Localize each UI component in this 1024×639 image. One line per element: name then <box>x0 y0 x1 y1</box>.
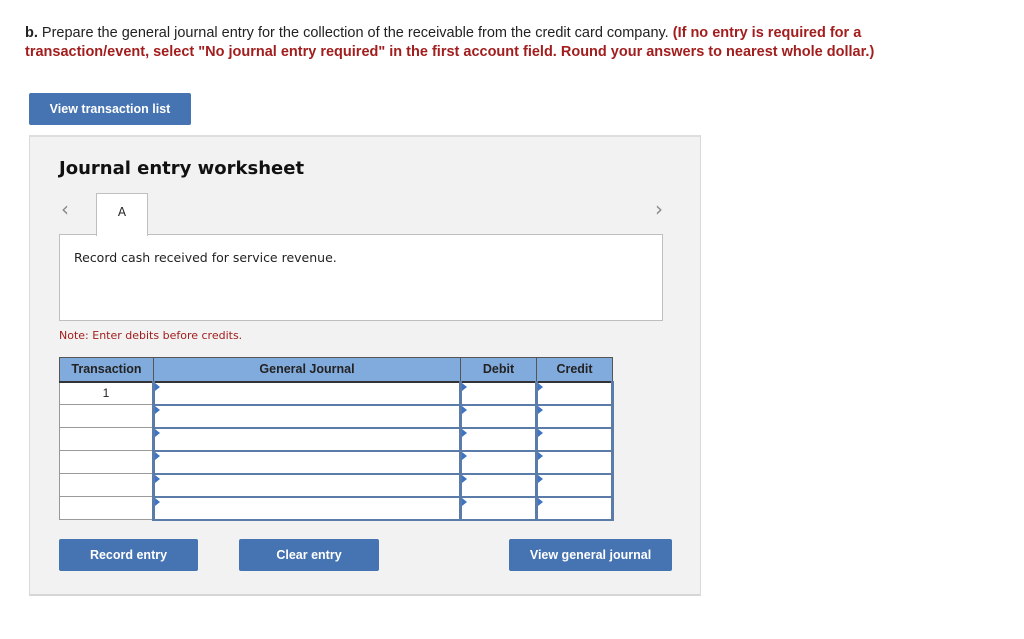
debit-input[interactable] <box>462 382 535 404</box>
dropdown-indicator-icon <box>155 382 160 391</box>
transaction-description-box: Record cash received for service revenue… <box>59 234 663 321</box>
dropdown-indicator-icon <box>462 405 467 414</box>
credit-input[interactable] <box>538 474 611 496</box>
account-input[interactable] <box>155 474 459 496</box>
credit-cell <box>535 495 614 521</box>
dropdown-indicator-icon <box>538 428 543 437</box>
debit-input[interactable] <box>462 474 535 496</box>
dropdown-indicator-icon <box>462 497 467 506</box>
account-input[interactable] <box>155 451 459 473</box>
transaction-cell <box>59 450 154 474</box>
header-general-journal: General Journal <box>153 357 461 383</box>
transaction-cell <box>59 427 154 451</box>
dropdown-indicator-icon <box>538 382 543 391</box>
header-credit: Credit <box>536 357 613 383</box>
dropdown-indicator-icon <box>155 428 160 437</box>
debit-cell <box>459 426 538 452</box>
dropdown-indicator-icon <box>155 405 160 414</box>
transaction-cell: 1 <box>59 381 154 405</box>
debit-input[interactable] <box>462 451 535 473</box>
header-transaction: Transaction <box>59 357 154 383</box>
account-cell <box>152 472 462 498</box>
credit-input[interactable] <box>538 382 611 404</box>
tab-a[interactable]: A <box>96 193 148 236</box>
clear-entry-button[interactable]: Clear entry <box>239 539 379 571</box>
transaction-cell <box>59 473 154 497</box>
table-row <box>59 426 614 452</box>
account-input[interactable] <box>155 405 459 427</box>
debit-input[interactable] <box>462 497 535 519</box>
dropdown-indicator-icon <box>155 474 160 483</box>
view-general-journal-button[interactable]: View general journal <box>509 539 672 571</box>
table-row: 1 <box>59 380 614 406</box>
table-row <box>59 472 614 498</box>
account-input[interactable] <box>155 428 459 450</box>
transaction-description: Record cash received for service revenue… <box>74 250 337 265</box>
dropdown-indicator-icon <box>155 451 160 460</box>
table-header-row: Transaction General Journal Debit Credit <box>59 357 613 383</box>
header-debit: Debit <box>460 357 537 383</box>
account-cell <box>152 426 462 452</box>
chevron-left-icon[interactable]: ‹ <box>61 198 69 220</box>
view-transaction-list-button[interactable]: View transaction list <box>29 93 191 125</box>
credit-input[interactable] <box>538 451 611 473</box>
credit-cell <box>535 449 614 475</box>
account-input[interactable] <box>155 382 459 404</box>
journal-entry-worksheet: Journal entry worksheet ‹ › A Record cas… <box>29 135 701 596</box>
dropdown-indicator-icon <box>462 451 467 460</box>
chevron-right-icon[interactable]: › <box>655 198 663 220</box>
transaction-cell <box>59 496 154 520</box>
debits-note: Note: Enter debits before credits. <box>59 329 243 342</box>
credit-input[interactable] <box>538 428 611 450</box>
dropdown-indicator-icon <box>538 474 543 483</box>
debit-cell <box>459 472 538 498</box>
dropdown-indicator-icon <box>462 474 467 483</box>
dropdown-indicator-icon <box>538 497 543 506</box>
question-body: Prepare the general journal entry for th… <box>37 25 673 41</box>
question-text: b. Prepare the general journal entry for… <box>25 24 985 62</box>
account-cell <box>152 449 462 475</box>
credit-cell <box>535 403 614 429</box>
credit-cell <box>535 472 614 498</box>
worksheet-title: Journal entry worksheet <box>59 158 305 179</box>
debit-input[interactable] <box>462 428 535 450</box>
journal-table: Transaction General Journal Debit Credit… <box>59 357 614 521</box>
credit-input[interactable] <box>538 497 611 519</box>
credit-input[interactable] <box>538 405 611 427</box>
account-input[interactable] <box>155 497 459 519</box>
debit-cell <box>459 495 538 521</box>
credit-cell <box>535 426 614 452</box>
transaction-cell <box>59 404 154 428</box>
debit-cell <box>459 449 538 475</box>
table-row <box>59 495 614 521</box>
account-cell <box>152 495 462 521</box>
dropdown-indicator-icon <box>538 451 543 460</box>
account-cell <box>152 403 462 429</box>
table-row <box>59 449 614 475</box>
question-prefix: b. <box>25 25 38 41</box>
table-row <box>59 403 614 429</box>
dropdown-indicator-icon <box>462 382 467 391</box>
debit-input[interactable] <box>462 405 535 427</box>
credit-cell <box>535 380 614 406</box>
dropdown-indicator-icon <box>538 405 543 414</box>
dropdown-indicator-icon <box>462 428 467 437</box>
account-cell <box>152 380 462 406</box>
debit-cell <box>459 403 538 429</box>
record-entry-button[interactable]: Record entry <box>59 539 198 571</box>
dropdown-indicator-icon <box>155 497 160 506</box>
debit-cell <box>459 380 538 406</box>
